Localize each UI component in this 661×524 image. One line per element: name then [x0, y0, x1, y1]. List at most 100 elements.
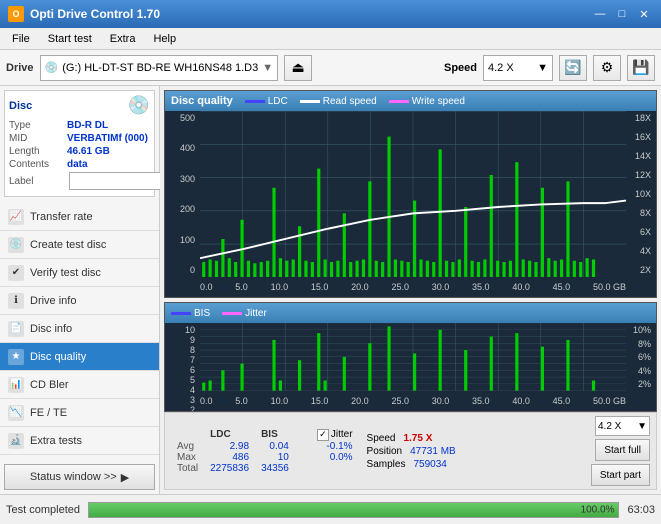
- start-part-button[interactable]: Start part: [591, 464, 650, 486]
- sidebar-item-drive-info[interactable]: ℹ Drive info: [0, 287, 159, 315]
- jitter-col-header: Jitter: [331, 429, 353, 440]
- app-icon: O: [8, 6, 24, 22]
- sidebar-item-verify-test-disc[interactable]: ✔ Verify test disc: [0, 259, 159, 287]
- top-chart-panel: Disc quality LDC Read speed Write speed …: [164, 90, 657, 298]
- close-button[interactable]: ✕: [635, 5, 653, 23]
- speed-select-small[interactable]: 4.2 X ▼: [595, 416, 650, 436]
- menu-extra[interactable]: Extra: [102, 31, 144, 47]
- y-label-4pct: 4%: [628, 366, 654, 376]
- x-label-40: 40.0: [512, 282, 530, 292]
- menu-start-test[interactable]: Start test: [40, 31, 100, 47]
- drive-info-icon: ℹ: [8, 293, 24, 309]
- sidebar-item-extra-tests[interactable]: 🔬 Extra tests: [0, 427, 159, 455]
- legend-jitter: Jitter: [222, 308, 267, 319]
- extra-tests-icon: 🔬: [8, 433, 24, 449]
- y-label-2x: 2X: [628, 265, 654, 275]
- y-label-200: 200: [167, 204, 198, 214]
- y-label-8pct: 8%: [628, 339, 654, 349]
- y-label-10pct: 10%: [628, 325, 654, 335]
- fe-te-icon: 📉: [8, 405, 24, 421]
- maximize-button[interactable]: □: [613, 5, 631, 23]
- samples-value: 759034: [413, 459, 446, 470]
- mid-value: VERBATIMf (000): [67, 133, 148, 144]
- speed-value: 4.2 X: [488, 62, 514, 74]
- y-label-6x: 6X: [628, 227, 654, 237]
- avg-row-label: Avg: [171, 441, 204, 452]
- type-label: Type: [9, 120, 67, 131]
- position-label: Position: [367, 446, 403, 457]
- legend-bis-label: BIS: [194, 308, 210, 319]
- sidebar-item-create-test-disc[interactable]: 💿 Create test disc: [0, 231, 159, 259]
- nav-label-drive-info: Drive info: [30, 295, 76, 307]
- refresh-button[interactable]: 🔄: [559, 55, 587, 81]
- elapsed-time: 63:03: [627, 504, 655, 516]
- y-label-6pct: 6%: [628, 352, 654, 362]
- minimize-button[interactable]: —: [591, 5, 609, 23]
- legend-ldc: LDC: [245, 96, 288, 107]
- bottom-y-axis-right: 10% 8% 6% 4% 2%: [626, 323, 656, 391]
- y-label-2pct: 2%: [628, 379, 654, 389]
- nav-label-create-test-disc: Create test disc: [30, 239, 106, 251]
- speed-select-row: 4.2 X ▼: [595, 416, 650, 436]
- bottom-chart-title-bar: BIS Jitter: [165, 303, 656, 323]
- settings-button[interactable]: ⚙: [593, 55, 621, 81]
- chevron-down-icon: ▼: [262, 62, 273, 74]
- top-chart-svg: [200, 111, 626, 277]
- bottom-y-axis-left: 10 9 8 7 6 5 4 3 2 1: [165, 323, 200, 391]
- start-full-button[interactable]: Start full: [595, 439, 650, 461]
- jitter-color: [222, 312, 242, 315]
- y-label-3: 3: [167, 395, 198, 405]
- save-button[interactable]: 💾: [627, 55, 655, 81]
- eject-button[interactable]: ⏏: [284, 55, 312, 81]
- y-label-400: 400: [167, 143, 198, 153]
- length-label: Length: [9, 146, 67, 157]
- y-label-0: 0: [167, 265, 198, 275]
- nav-label-transfer-rate: Transfer rate: [30, 211, 93, 223]
- contents-label: Contents: [9, 159, 67, 170]
- y-label-8x: 8X: [628, 208, 654, 218]
- menu-file[interactable]: File: [4, 31, 38, 47]
- sidebar-item-fe-te[interactable]: 📉 FE / TE: [0, 399, 159, 427]
- type-value: BD-R DL: [67, 120, 108, 131]
- bx-label-30: 30.0: [432, 396, 450, 406]
- bx-label-25: 25.0: [391, 396, 409, 406]
- y-label-100: 100: [167, 235, 198, 245]
- sidebar-item-transfer-rate[interactable]: 📈 Transfer rate: [0, 203, 159, 231]
- nav-label-extra-tests: Extra tests: [30, 435, 82, 447]
- disc-panel: Disc 💿 Type BD-R DL MID VERBATIMf (000) …: [4, 90, 155, 197]
- y-label-10: 10: [167, 325, 198, 335]
- x-label-5: 5.0: [235, 282, 248, 292]
- y-label-12x: 12X: [628, 170, 654, 180]
- speed-static-label: Speed: [367, 433, 396, 444]
- max-jitter: 0.0%: [311, 452, 359, 463]
- avg-ldc: 2.98: [204, 441, 255, 452]
- drive-select[interactable]: 💿 (G:) HL-DT-ST BD-RE WH16NS48 1.D3 ▼: [40, 55, 279, 81]
- menu-help[interactable]: Help: [145, 31, 184, 47]
- nav-label-fe-te: FE / TE: [30, 407, 67, 419]
- status-window-button[interactable]: Status window >> ▶: [4, 464, 155, 490]
- status-window-label: Status window >>: [30, 471, 117, 483]
- toolbar: Drive 💿 (G:) HL-DT-ST BD-RE WH16NS48 1.D…: [0, 50, 661, 86]
- bx-label-15: 15.0: [311, 396, 329, 406]
- length-value: 46.61 GB: [67, 146, 110, 157]
- bis-color: [171, 312, 191, 315]
- sidebar-item-disc-quality[interactable]: ★ Disc quality: [0, 343, 159, 371]
- sidebar-item-disc-info[interactable]: 📄 Disc info: [0, 315, 159, 343]
- top-y-axis-left: 500 400 300 200 100 0: [165, 111, 200, 277]
- nav-items: 📈 Transfer rate 💿 Create test disc ✔ Ver…: [0, 203, 159, 455]
- x-label-45: 45.0: [553, 282, 571, 292]
- main-content: Disc 💿 Type BD-R DL MID VERBATIMf (000) …: [0, 86, 661, 494]
- max-ldc: 486: [204, 452, 255, 463]
- legend-write-speed-label: Write speed: [412, 96, 465, 107]
- jitter-checkbox[interactable]: ✓: [317, 429, 329, 441]
- y-label-10x: 10X: [628, 189, 654, 199]
- legend-ldc-label: LDC: [268, 96, 288, 107]
- status-bar: Test completed 100.0% 63:03: [0, 494, 661, 524]
- total-bis: 34356: [255, 463, 295, 474]
- speed-select[interactable]: 4.2 X ▼: [483, 55, 553, 81]
- speed-value: 1.75 X: [403, 433, 432, 444]
- progress-bar-fill: [89, 503, 618, 517]
- bx-label-40: 40.0: [512, 396, 530, 406]
- stats-row: LDC BIS ✓ Jitter Avg 2.98 0.0: [164, 412, 657, 490]
- sidebar-item-cd-bler[interactable]: 📊 CD Bler: [0, 371, 159, 399]
